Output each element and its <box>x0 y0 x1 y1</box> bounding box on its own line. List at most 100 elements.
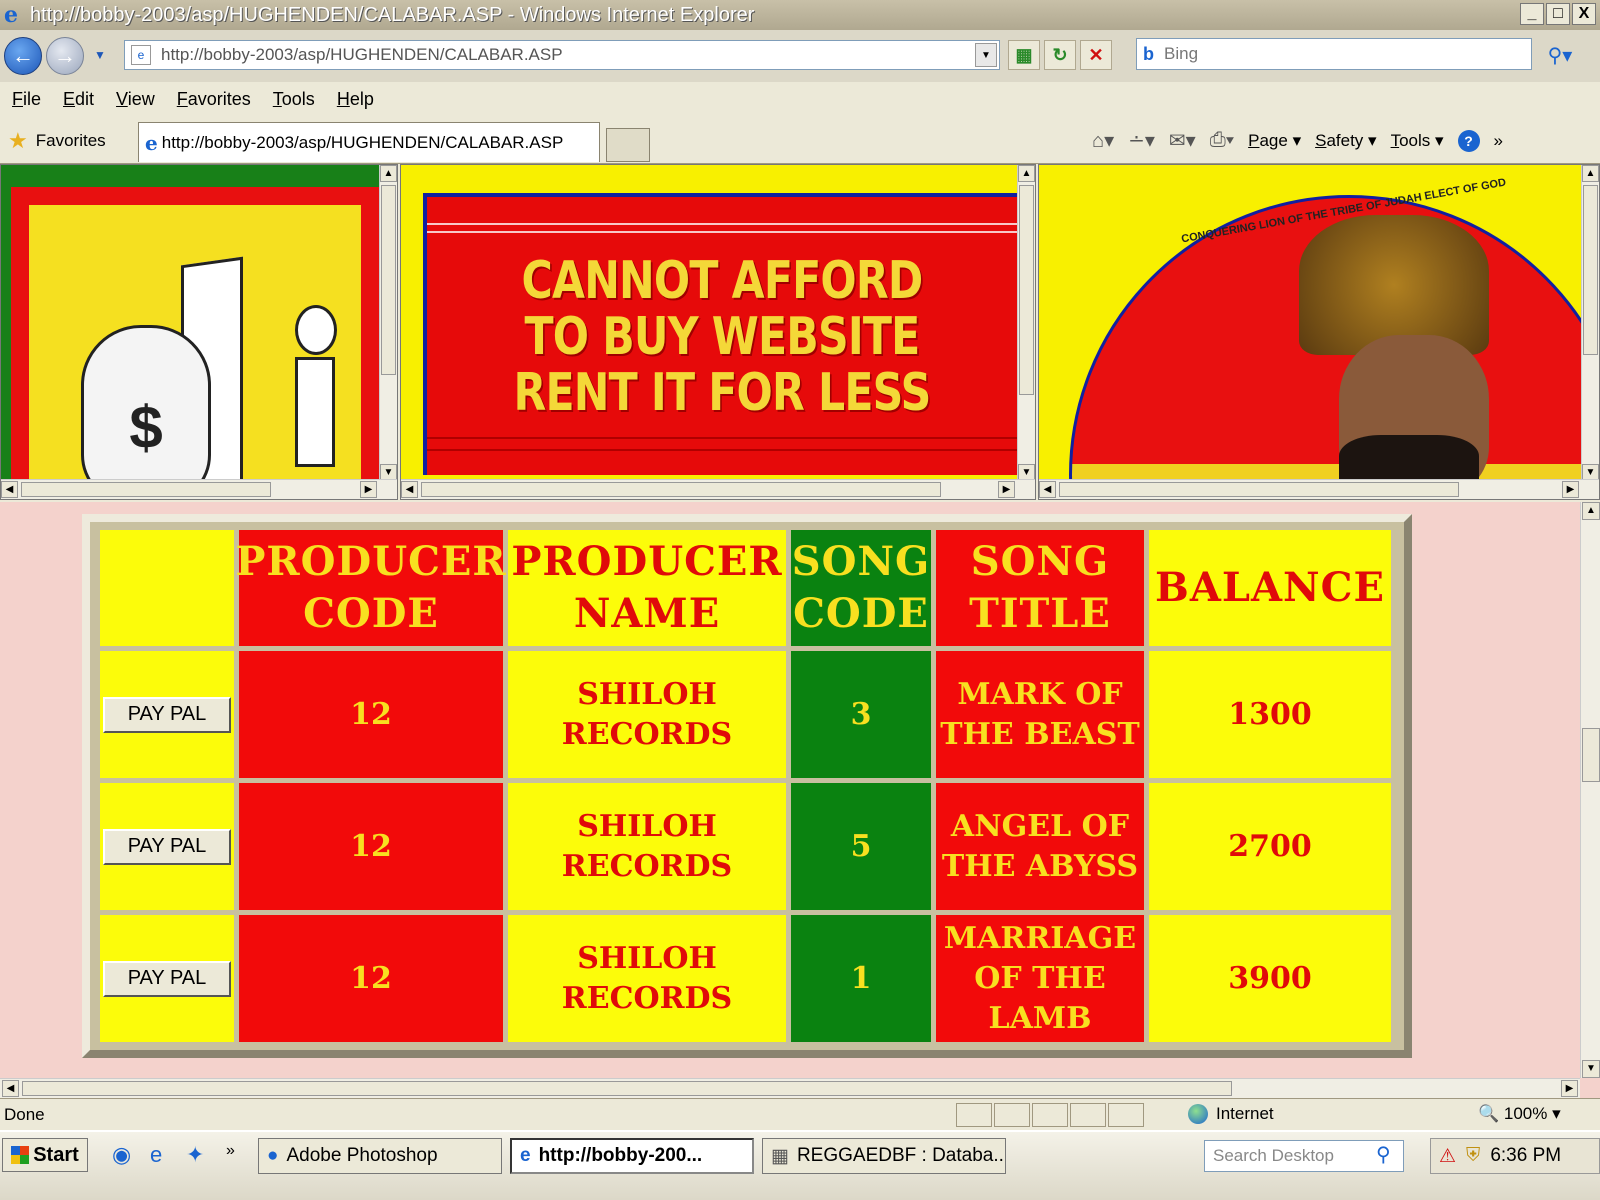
recent-pages-dropdown[interactable]: ▼ <box>94 48 106 62</box>
feeds-icon[interactable]: ∸▾ <box>1128 128 1155 153</box>
search-input[interactable]: b Bing <box>1136 38 1532 70</box>
man-illustration <box>265 305 365 499</box>
scroll-left-icon[interactable]: ◀ <box>1 481 18 498</box>
frame2-horizontal-scrollbar[interactable]: ◀ ▶ <box>401 479 1035 499</box>
address-input[interactable]: e http://bobby-2003/asp/HUGHENDEN/CALABA… <box>124 40 1000 70</box>
status-segment <box>994 1103 1030 1127</box>
frame-portrait: CONQUERING LION OF THE TRIBE OF JUDAH EL… <box>1038 164 1600 500</box>
paypal-button[interactable]: PAY PAL <box>103 960 231 997</box>
globe-icon <box>1188 1104 1208 1124</box>
menu-tools[interactable]: Tools <box>273 89 315 110</box>
scroll-thumb[interactable] <box>21 482 271 497</box>
main-vertical-scrollbar[interactable]: ▲ ▼ <box>1580 502 1600 1078</box>
window-title: http://bobby-2003/asp/HUGHENDEN/CALABAR.… <box>30 3 755 26</box>
cartoon-image: $ <box>29 205 361 499</box>
menu-edit[interactable]: Edit <box>63 89 94 110</box>
search-icon[interactable]: ⚲▾ <box>1540 40 1580 70</box>
scroll-up-icon[interactable]: ▲ <box>1018 165 1035 182</box>
scroll-up-icon[interactable]: ▲ <box>1582 502 1600 520</box>
scroll-up-icon[interactable]: ▲ <box>380 165 397 182</box>
quicklaunch-more-icon[interactable]: » <box>226 1142 235 1160</box>
home-icon[interactable]: ⌂▾ <box>1092 128 1114 153</box>
status-segment <box>1070 1103 1106 1127</box>
scroll-thumb[interactable] <box>1582 728 1600 782</box>
paypal-button[interactable]: PAY PAL <box>103 696 231 733</box>
scroll-right-icon[interactable]: ▶ <box>360 481 377 498</box>
ie-icon: e <box>520 1145 531 1166</box>
frame3-vertical-scrollbar[interactable]: ▲ ▼ <box>1581 165 1599 481</box>
frame1-vertical-scrollbar[interactable]: ▲ ▼ <box>379 165 397 481</box>
safety-menu[interactable]: Safety ▾ <box>1315 131 1376 151</box>
menu-file[interactable]: File <box>12 89 41 110</box>
scroll-thumb[interactable] <box>1019 185 1034 395</box>
forward-button[interactable]: → <box>46 37 84 75</box>
cell-song-code: 5 <box>791 783 931 910</box>
compatibility-view-button[interactable]: ▦ <box>1008 40 1040 70</box>
close-window-button[interactable]: X <box>1572 3 1596 25</box>
scroll-left-icon[interactable]: ◀ <box>401 481 418 498</box>
scroll-thumb[interactable] <box>381 185 396 375</box>
banner-stripe <box>427 449 1017 451</box>
scroll-thumb[interactable] <box>22 1081 1232 1096</box>
scroll-thumb[interactable] <box>421 482 941 497</box>
ie-quicklaunch-icon[interactable]: e <box>150 1142 162 1168</box>
scroll-thumb[interactable] <box>1583 185 1598 355</box>
quicklaunch-icon[interactable]: ◉ <box>112 1142 131 1168</box>
frame2-vertical-scrollbar[interactable]: ▲ ▼ <box>1017 165 1035 481</box>
tab-calabar[interactable]: e http://bobby-2003/asp/HUGHENDEN/CALABA… <box>138 122 600 162</box>
taskbar-item-database[interactable]: ▦ REGGAEDBF : Databa... <box>762 1138 1006 1174</box>
cell-balance: 2700 <box>1149 783 1391 910</box>
help-icon[interactable]: ? <box>1457 129 1480 152</box>
ie-tab-icon: e <box>145 130 158 155</box>
menu-help[interactable]: Help <box>337 89 374 110</box>
scroll-left-icon[interactable]: ◀ <box>1039 481 1056 498</box>
banner-stripe <box>427 437 1017 439</box>
cell-producer-name: SHILOH RECORDS <box>508 915 786 1042</box>
search-icon[interactable]: ⚲ <box>1376 1142 1391 1167</box>
shield-icon[interactable]: ⛨ <box>1466 1145 1480 1167</box>
stop-button[interactable]: ✕ <box>1080 40 1112 70</box>
balance-table-container: PRODUCER CODE PRODUCER NAME SONG CODE SO… <box>82 514 1412 1058</box>
start-button[interactable]: Start <box>2 1138 88 1172</box>
frame3-horizontal-scrollbar[interactable]: ◀ ▶ <box>1039 479 1599 499</box>
print-icon[interactable]: ⎙▾ <box>1210 129 1234 152</box>
frame1-horizontal-scrollbar[interactable]: ◀ ▶ <box>1 479 397 499</box>
scroll-left-icon[interactable]: ◀ <box>2 1080 19 1097</box>
scroll-right-icon[interactable]: ▶ <box>1561 1080 1578 1097</box>
scroll-right-icon[interactable]: ▶ <box>1562 481 1579 498</box>
menu-favorites[interactable]: Favorites <box>177 89 251 110</box>
security-zone[interactable]: Internet <box>1188 1104 1274 1124</box>
man-body <box>295 357 335 467</box>
maximize-button[interactable]: □ <box>1546 3 1570 25</box>
page-menu[interactable]: Page ▾ <box>1248 131 1301 151</box>
scroll-down-icon[interactable]: ▼ <box>1582 1060 1600 1078</box>
taskbar-item-ie[interactable]: e http://bobby-200... <box>510 1138 754 1174</box>
header-song-title: SONG TITLE <box>936 530 1144 646</box>
main-horizontal-scrollbar[interactable]: ◀ ▶ <box>0 1078 1580 1098</box>
paypal-button[interactable]: PAY PAL <box>103 828 231 865</box>
desktop-search-input[interactable]: Search Desktop <box>1204 1140 1404 1172</box>
scroll-thumb[interactable] <box>1059 482 1459 497</box>
status-segment <box>956 1103 992 1127</box>
quicklaunch-icon[interactable]: ✦ <box>186 1142 204 1168</box>
chevron-more-icon[interactable]: » <box>1494 131 1503 151</box>
zoom-level[interactable]: 🔍 100% ▾ <box>1478 1104 1561 1124</box>
crown-illustration <box>1299 215 1489 355</box>
address-toolbar: ← → ▼ e http://bobby-2003/asp/HUGHENDEN/… <box>0 30 1600 82</box>
scroll-right-icon[interactable]: ▶ <box>998 481 1015 498</box>
table-row-action: PAY PAL <box>100 651 234 778</box>
minimize-button[interactable]: _ <box>1520 3 1544 25</box>
refresh-button[interactable]: ↻ <box>1044 40 1076 70</box>
favorites-button[interactable]: ★ Favorites <box>8 128 106 154</box>
tools-menu[interactable]: Tools ▾ <box>1391 131 1444 151</box>
scroll-up-icon[interactable]: ▲ <box>1582 165 1599 182</box>
mail-icon[interactable]: ✉▾ <box>1169 128 1196 153</box>
menu-view[interactable]: View <box>116 89 155 110</box>
money-bag-icon: $ <box>81 325 211 499</box>
new-tab-button[interactable] <box>606 128 650 162</box>
network-icon[interactable]: ⚠ <box>1439 1145 1456 1168</box>
back-button[interactable]: ← <box>4 37 42 75</box>
address-dropdown-button[interactable]: ▼ <box>975 43 997 67</box>
taskbar-item-photoshop[interactable]: ● Adobe Photoshop <box>258 1138 502 1174</box>
address-url: http://bobby-2003/asp/HUGHENDEN/CALABAR.… <box>161 45 563 64</box>
